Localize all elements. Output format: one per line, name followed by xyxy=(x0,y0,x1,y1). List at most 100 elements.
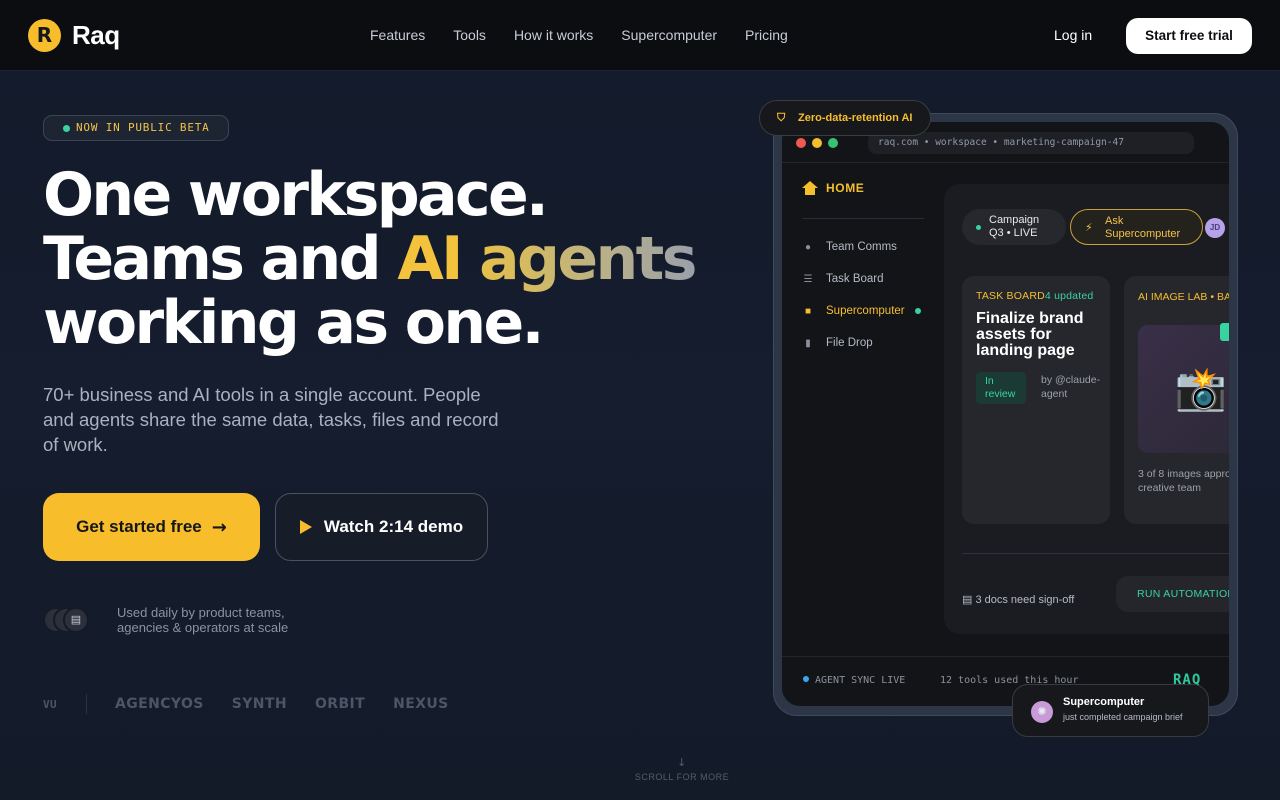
docs-signoff-label: 3 docs need sign-off xyxy=(975,594,1075,606)
notification-toast[interactable]: ✺ Supercomputer just completed campaign … xyxy=(1012,684,1209,737)
divider xyxy=(86,694,88,714)
task-card-label: TASK BOARD4 updated xyxy=(976,290,1093,302)
checklist-icon: ☰ xyxy=(803,273,813,285)
campaign-pill-line-1: Campaign xyxy=(989,214,1040,226)
sidebar-item-team-comms[interactable]: ● Team Comms xyxy=(802,241,897,253)
divider xyxy=(802,218,924,219)
minimize-dot-icon xyxy=(812,138,822,148)
arrow-right-icon: → xyxy=(211,516,227,538)
sidebar-item-label: Supercomputer xyxy=(826,305,905,317)
social-proof: Used daily by product teams, agencies & … xyxy=(117,605,288,635)
sidebar-item-label: Task Board xyxy=(826,273,884,285)
close-dot-icon xyxy=(796,138,806,148)
campaign-pill[interactable]: Campaign Q3 • LIVE xyxy=(962,209,1066,245)
nav-link-supercomputer[interactable]: Supercomputer xyxy=(621,27,717,43)
agent-sync-label: AGENT SYNC LIVE xyxy=(815,675,906,686)
bolt-icon: ⚡ xyxy=(1085,221,1093,234)
robot-icon: ■ xyxy=(804,305,812,317)
docs-signoff: ▤ 3 docs need sign-off xyxy=(962,593,1074,606)
ask-supercomputer-button[interactable]: ⚡ Ask Supercomputer xyxy=(1070,209,1203,245)
camera-flash-icon: 📸 xyxy=(1138,325,1229,453)
chat-icon: ● xyxy=(804,241,812,253)
nav-link-how-it-works[interactable]: How it works xyxy=(514,27,593,43)
zero-data-retention-badge: ⛉ Zero-data-retention AI xyxy=(759,100,931,136)
sync-dot-icon xyxy=(803,676,809,682)
get-started-label: Get started free xyxy=(76,517,202,536)
arrow-down-icon: ↓ xyxy=(677,756,687,769)
agent-sync-status: AGENT SYNC LIVE xyxy=(803,675,905,686)
beta-badge: NOW IN PUBLIC BETA xyxy=(43,115,229,141)
watch-demo-label: Watch 2:14 demo xyxy=(323,517,464,536)
zdr-label: Zero-data-retention AI xyxy=(798,112,913,124)
sidebar-item-task-board[interactable]: ☰ Task Board xyxy=(802,273,884,285)
toast-title: Supercomputer xyxy=(1063,696,1145,708)
task-updated-count: 4 updated xyxy=(1044,290,1094,302)
brand-logo-agencyos: AGENCYOS xyxy=(115,696,204,712)
nav-link-features[interactable]: Features xyxy=(370,27,425,43)
maximize-dot-icon xyxy=(828,138,838,148)
sidebar-item-label: Team Comms xyxy=(826,241,897,253)
main-panel: Campaign Q3 • LIVE ⚡ Ask Supercomputer J… xyxy=(944,184,1229,634)
scroll-hint[interactable]: ↓ SCROLL FOR MORE xyxy=(590,756,774,782)
divider xyxy=(962,553,1229,554)
avatar-stack: ▤ xyxy=(43,607,93,633)
divider xyxy=(782,656,1229,657)
get-started-button[interactable]: Get started free → xyxy=(43,493,260,561)
file-icon: ▮ xyxy=(805,337,811,349)
headline-line-1: One workspace. xyxy=(43,160,549,230)
top-nav: R Raq Features Tools How it works Superc… xyxy=(0,0,1280,71)
social-proof-line-1: Used daily by product teams, xyxy=(117,605,285,620)
brand-logos: VU AGENCYOS SYNTH ORBIT NEXUS xyxy=(43,694,477,714)
start-trial-button[interactable]: Start free trial xyxy=(1126,18,1252,54)
nav-link-tools[interactable]: Tools xyxy=(453,27,486,43)
brand-name[interactable]: Raq xyxy=(72,20,120,51)
brand-logo-vu: VU xyxy=(43,697,58,711)
sidebar-item-home[interactable]: HOME xyxy=(802,181,864,195)
watch-demo-button[interactable]: Watch 2:14 demo xyxy=(275,493,488,561)
avatar[interactable]: JD xyxy=(1205,218,1225,238)
hero-headline: One workspace. Teams and AI agents worki… xyxy=(43,163,743,355)
scroll-hint-label: SCROLL FOR MORE xyxy=(634,772,730,782)
status-badge xyxy=(1220,323,1229,341)
beta-badge-label: NOW IN PUBLIC BETA xyxy=(76,121,210,134)
play-icon xyxy=(299,520,312,534)
brand-logo-synth: SYNTH xyxy=(231,696,287,712)
document-icon: ▤ xyxy=(962,594,973,606)
status-badge: In review xyxy=(976,372,1026,404)
image-lab-caption: 3 of 8 images approved by creative team xyxy=(1138,468,1229,494)
sidebar-item-file-drop[interactable]: ▮ File Drop xyxy=(802,337,873,349)
ask-pill-line-1: Ask xyxy=(1105,215,1124,227)
task-title: Finalize brand assets for landing page xyxy=(976,310,1084,359)
headline-accent-ai: AI xyxy=(397,224,463,294)
campaign-pill-line-2: Q3 • LIVE xyxy=(989,227,1038,239)
brand-logo-orbit: ORBIT xyxy=(314,696,366,712)
nav-links: Features Tools How it works Supercompute… xyxy=(370,27,788,43)
hero-subtext: 70+ business and AI tools in a single ac… xyxy=(43,384,499,455)
run-automation-button[interactable]: RUN AUTOMATION xyxy=(1116,576,1229,612)
sidebar-item-supercomputer[interactable]: ■ Supercomputer xyxy=(802,305,921,317)
sidebar-item-label: HOME xyxy=(826,181,865,195)
home-icon xyxy=(802,181,818,195)
ask-pill-line-2: Supercomputer xyxy=(1105,228,1181,240)
headline-line-2a: Teams and xyxy=(43,224,398,294)
task-board-label: TASK BOARD xyxy=(976,290,1045,302)
app-preview-window: raq.com • workspace • marketing-campaign… xyxy=(782,122,1229,706)
live-status-dot xyxy=(914,308,921,314)
sidebar-item-label: File Drop xyxy=(826,337,873,349)
shield-icon: ⛉ xyxy=(777,111,786,124)
toast-body: just completed campaign brief xyxy=(1063,712,1183,722)
image-lab-card[interactable]: AI IMAGE LAB • BATCH 4 📸 3 of 8 images a… xyxy=(1124,276,1229,524)
login-link[interactable]: Log in xyxy=(1054,27,1092,43)
live-status-dot xyxy=(976,225,981,230)
task-assignee: by @claude-agent xyxy=(1041,374,1101,400)
clipboard-avatar-icon: ▤ xyxy=(63,607,89,633)
status-dot-icon xyxy=(63,125,70,132)
social-proof-line-2: agencies & operators at scale xyxy=(117,620,289,635)
nav-link-pricing[interactable]: Pricing xyxy=(745,27,788,43)
logo-icon[interactable]: R xyxy=(28,19,61,52)
task-card[interactable]: TASK BOARD4 updated Finalize brand asset… xyxy=(962,276,1110,524)
divider xyxy=(782,162,1229,163)
brain-icon: ✺ xyxy=(1031,701,1053,723)
headline-line-3: working as one. xyxy=(43,288,544,358)
brand-logo-nexus: NEXUS xyxy=(393,696,449,712)
